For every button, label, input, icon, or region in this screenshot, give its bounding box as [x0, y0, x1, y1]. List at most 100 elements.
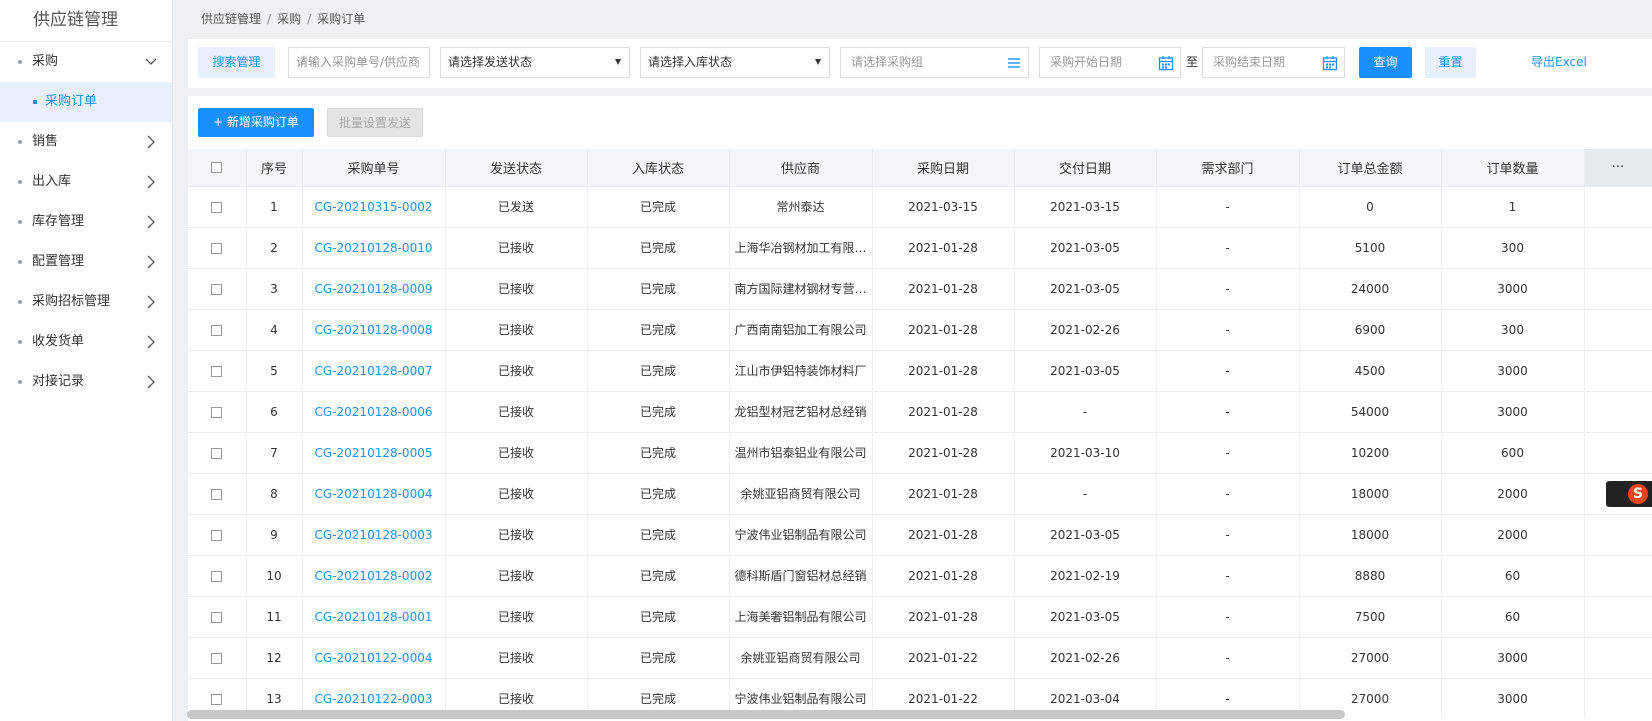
sidebar-subitem-purchase-order[interactable]: 采购订单 [0, 82, 172, 122]
table-cell [1584, 308, 1652, 350]
select-all-cell[interactable] [188, 149, 247, 186]
sidebar-item[interactable]: 收发货单 [0, 322, 172, 362]
table-row[interactable]: 12 CG-20210122-0004 已接收 已完成 余姚亚铝商贸有限公司 2021-0… [188, 636, 1652, 678]
row-select-cell[interactable] [188, 349, 247, 391]
row-checkbox[interactable] [211, 611, 223, 623]
table-row[interactable]: 9 CG-20210128-0003 已接收 已完成 宁波伟业铝制品有限公司 2021-0… [188, 513, 1652, 555]
stock-status-select[interactable]: 请选择入库状态 [640, 47, 830, 78]
table-cell: 24000 [1299, 267, 1442, 309]
order-number-link[interactable]: CG-20210128-0002 [302, 554, 446, 596]
start-date-placeholder: 采购开始日期 [1050, 55, 1123, 69]
end-date-picker[interactable]: 采购结束日期 [1202, 47, 1345, 78]
main-area: 供应链管理 / 采购 / 采购订单 搜索管理 请输入采购单号/供应商 请选择发送状态 请… [173, 0, 1652, 721]
batch-send-button[interactable]: 批量设置发送 [327, 108, 423, 137]
horizontal-scrollbar[interactable] [187, 710, 1345, 719]
add-purchase-order-button[interactable]: + 新增采购订单 [198, 108, 314, 137]
table-cell [1584, 226, 1652, 268]
sidebar-item[interactable]: 库存管理 [0, 202, 172, 242]
row-select-cell[interactable] [188, 472, 247, 514]
order-number-link[interactable]: CG-20210128-0005 [302, 431, 446, 473]
table-cell: 已完成 [587, 390, 730, 432]
row-checkbox[interactable] [211, 283, 223, 295]
column-header: 发送状态 [445, 149, 588, 186]
sidebar-item[interactable]: 采购招标管理 [0, 282, 172, 322]
row-checkbox[interactable] [211, 652, 223, 664]
search-management-button[interactable]: 搜索管理 [198, 47, 275, 78]
sidebar-item[interactable]: 销售 [0, 122, 172, 162]
row-checkbox[interactable] [211, 242, 223, 254]
row-select-cell[interactable] [188, 431, 247, 473]
row-checkbox[interactable] [211, 365, 223, 377]
table-row[interactable]: 2 CG-20210128-0010 已接收 已完成 上海华冶钢材加工有限… 2021-0… [188, 226, 1652, 268]
breadcrumb-item[interactable]: 供应链管理 [201, 12, 261, 26]
active-marker-icon [33, 100, 37, 104]
table-row[interactable]: 6 CG-20210128-0006 已接收 已完成 龙铝型材冠艺铝材总经销 2021-0… [188, 390, 1652, 432]
floating-widget[interactable]: S [1606, 481, 1652, 507]
table-row[interactable]: 1 CG-20210315-0002 已发送 已完成 常州泰达 2021-03-15 202… [188, 185, 1652, 227]
table-cell: 2021-03-05 [1014, 513, 1157, 555]
sidebar-item[interactable]: 配置管理 [0, 242, 172, 282]
row-checkbox[interactable] [211, 693, 223, 705]
order-number-link[interactable]: CG-20210128-0007 [302, 349, 446, 391]
query-button[interactable]: 查询 [1359, 47, 1412, 78]
sidebar-item-label: 配置管理 [32, 254, 85, 269]
order-number-link[interactable]: CG-20210128-0003 [302, 513, 446, 555]
row-checkbox[interactable] [211, 324, 223, 336]
row-select-cell[interactable] [188, 390, 247, 432]
column-header: 序号 [246, 149, 303, 186]
row-checkbox[interactable] [211, 201, 223, 213]
table-cell: 上海美奢铝制品有限公司 [729, 595, 873, 637]
table-cell: 1 [1441, 185, 1585, 227]
keyword-search-input[interactable]: 请输入采购单号/供应商 [288, 47, 430, 78]
column-settings-button[interactable]: ··· [1584, 149, 1652, 186]
table-row[interactable]: 10 CG-20210128-0002 已接收 已完成 德科斯盾门窗铝材总经销 2021-… [188, 554, 1652, 596]
table-row[interactable]: 3 CG-20210128-0009 已接收 已完成 南方国际建材钢材专营… 2021-0… [188, 267, 1652, 309]
table-cell: 300 [1441, 226, 1585, 268]
table-row[interactable]: 8 CG-20210128-0004 已接收 已完成 余姚亚铝商贸有限公司 2021-01… [188, 472, 1652, 514]
order-number-link[interactable]: CG-20210122-0004 [302, 636, 446, 678]
table-row[interactable]: 11 CG-20210128-0001 已接收 已完成 上海美奢铝制品有限公司 2021-… [188, 595, 1652, 637]
order-number-link[interactable]: CG-20210128-0008 [302, 308, 446, 350]
row-select-cell[interactable] [188, 554, 247, 596]
row-checkbox[interactable] [211, 570, 223, 582]
select-all-checkbox[interactable] [211, 161, 223, 173]
order-number-link[interactable]: CG-20210128-0004 [302, 472, 446, 514]
order-number-link[interactable]: CG-20210315-0002 [302, 185, 446, 227]
table-row[interactable]: 4 CG-20210128-0008 已接收 已完成 广西南南铝加工有限公司 2021-0… [188, 308, 1652, 350]
row-select-cell[interactable] [188, 226, 247, 268]
row-select-cell[interactable] [188, 267, 247, 309]
table-cell: 江山市伊铝特装饰材料厂 [729, 349, 873, 391]
order-number-link[interactable]: CG-20210128-0009 [302, 267, 446, 309]
table-cell [1584, 513, 1652, 555]
table-cell: 60 [1441, 554, 1585, 596]
sidebar-item[interactable]: 采购 [0, 42, 172, 82]
row-select-cell[interactable] [188, 185, 247, 227]
table-cell: 2000 [1441, 472, 1585, 514]
row-select-cell[interactable] [188, 595, 247, 637]
table-row[interactable]: 7 CG-20210128-0005 已接收 已完成 温州市铝泰铝业有限公司 2021-0… [188, 431, 1652, 473]
table-cell: - [1156, 431, 1300, 473]
export-excel-link[interactable]: 导出Excel [1531, 47, 1652, 78]
table-cell: 已完成 [587, 267, 730, 309]
row-checkbox[interactable] [211, 488, 223, 500]
breadcrumb-item[interactable]: 采购 [277, 12, 301, 26]
purchase-group-select[interactable]: 请选择采购组 [840, 47, 1029, 78]
end-date-placeholder: 采购结束日期 [1213, 55, 1286, 69]
row-checkbox[interactable] [211, 406, 223, 418]
row-select-cell[interactable] [188, 513, 247, 555]
row-checkbox[interactable] [211, 529, 223, 541]
row-checkbox[interactable] [211, 447, 223, 459]
bullet-icon [18, 140, 22, 144]
sidebar-item[interactable]: 对接记录 [0, 362, 172, 402]
row-select-cell[interactable] [188, 308, 247, 350]
table-row[interactable]: 5 CG-20210128-0007 已接收 已完成 江山市伊铝特装饰材料厂 2021-0… [188, 349, 1652, 391]
order-number-link[interactable]: CG-20210128-0006 [302, 390, 446, 432]
sidebar-item[interactable]: 出入库 [0, 162, 172, 202]
chevron-down-icon [145, 58, 157, 65]
reset-button[interactable]: 重置 [1425, 47, 1476, 78]
order-number-link[interactable]: CG-20210128-0010 [302, 226, 446, 268]
send-status-select[interactable]: 请选择发送状态 [440, 47, 630, 78]
order-number-link[interactable]: CG-20210128-0001 [302, 595, 446, 637]
start-date-picker[interactable]: 采购开始日期 [1039, 47, 1181, 78]
row-select-cell[interactable] [188, 636, 247, 678]
